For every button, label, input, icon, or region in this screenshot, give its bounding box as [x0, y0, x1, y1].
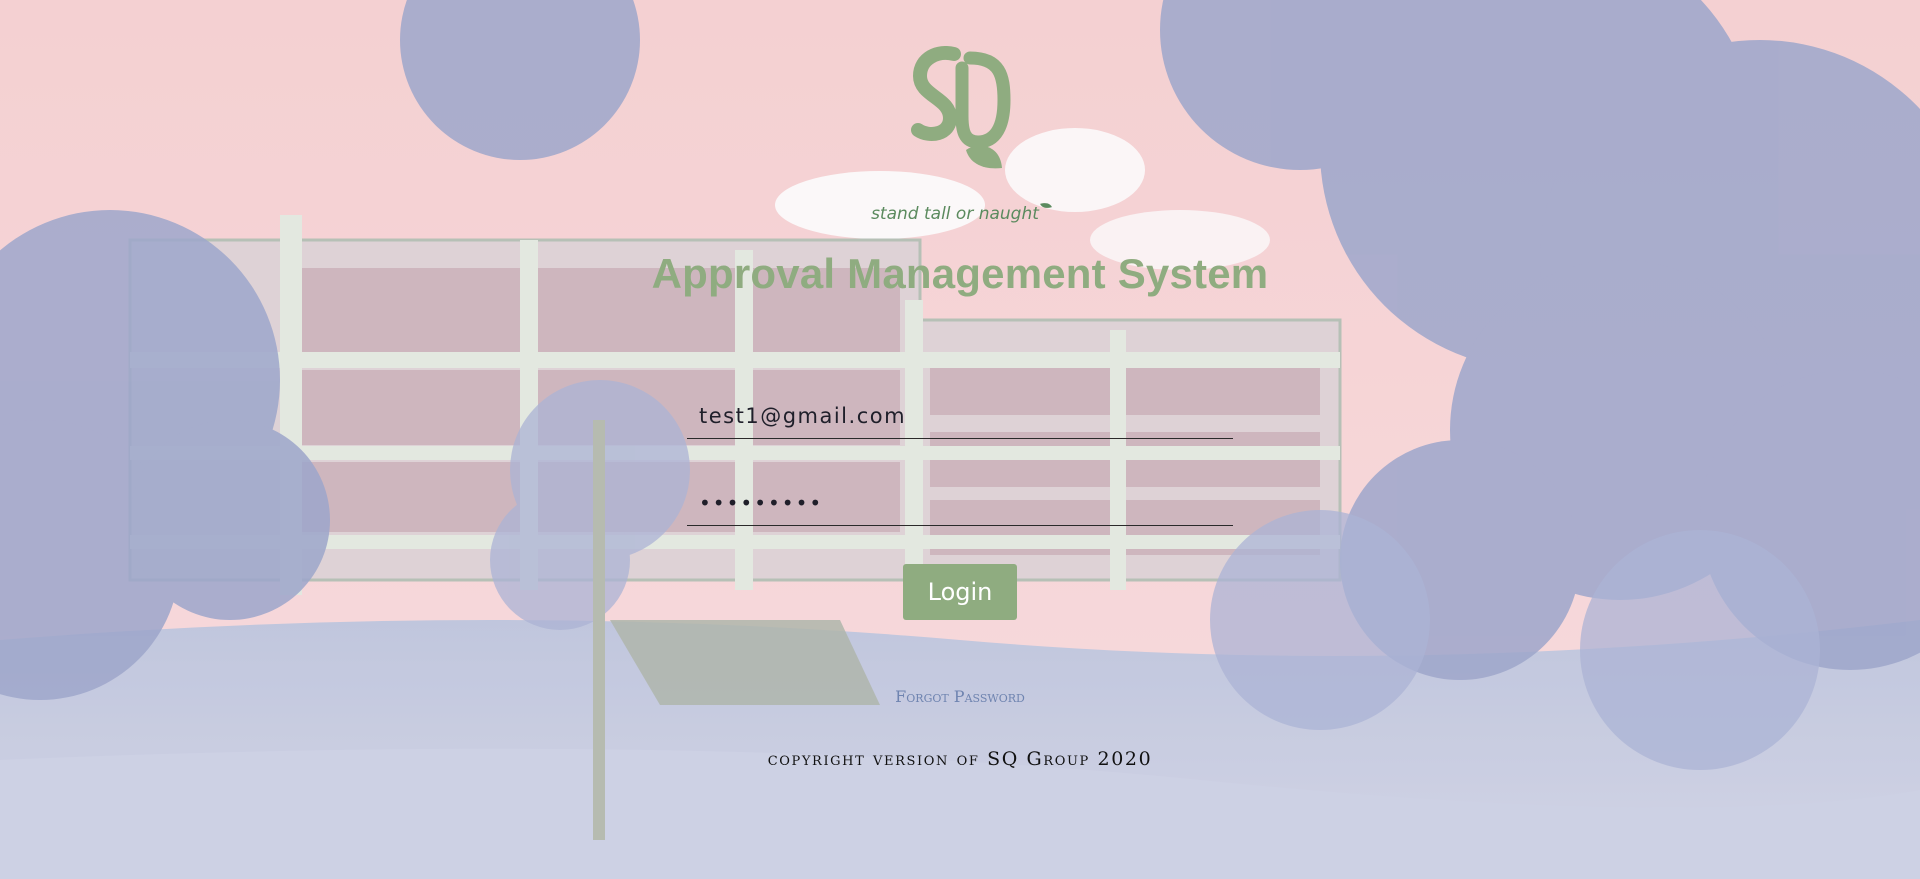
email-field-container: [687, 394, 1233, 439]
tagline-text: stand tall or naught: [871, 204, 1039, 224]
sq-logo-icon: [908, 46, 1012, 176]
forgot-password-container: Forgot Password: [0, 687, 1920, 706]
page-title: Approval Management System: [651, 250, 1269, 297]
password-field-container: [687, 481, 1233, 526]
login-button[interactable]: Login: [903, 564, 1017, 620]
brand-tagline: stand tall or naught: [0, 200, 1920, 224]
password-field[interactable]: [687, 481, 1233, 525]
forgot-password-link[interactable]: Forgot Password: [895, 687, 1025, 706]
copyright-text: copyright version of SQ Group 2020: [767, 748, 1153, 770]
email-field[interactable]: [687, 394, 1233, 438]
